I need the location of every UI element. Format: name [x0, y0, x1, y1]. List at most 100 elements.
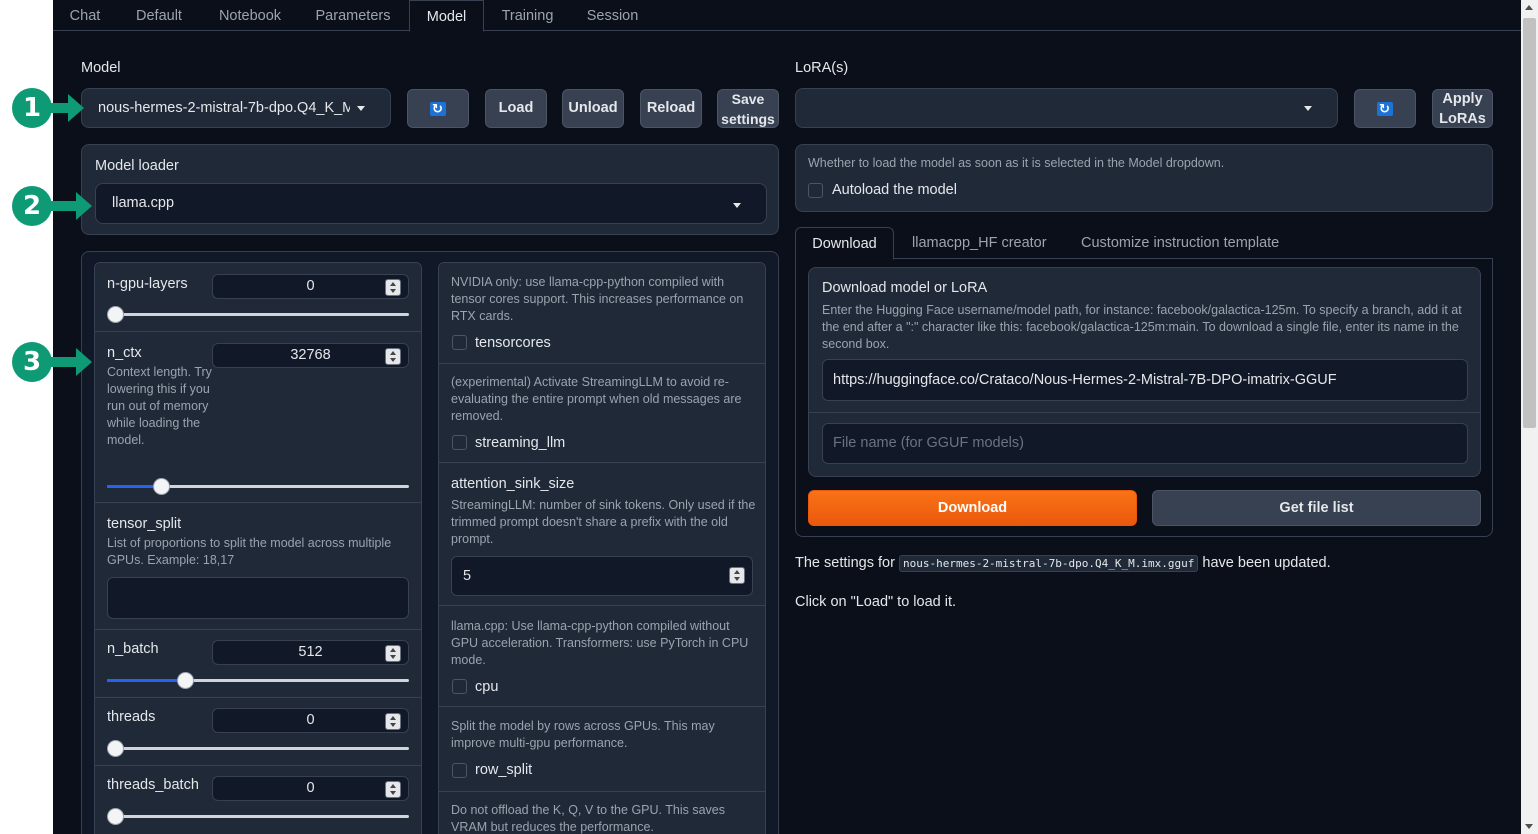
tensorcores-label: tensorcores — [475, 335, 551, 351]
scroll-up-icon[interactable] — [1525, 5, 1533, 10]
params-left-column: n-gpu-layers 0 n_ctx Context length. Try… — [94, 262, 422, 834]
download-tabs: Download llamacpp_HF creator Customize i… — [795, 227, 1493, 260]
lora-dropdown[interactable] — [795, 88, 1338, 128]
model-label: Model — [81, 60, 121, 76]
streaming-llm-label: streaming_llm — [475, 435, 566, 451]
app-window: Chat Default Notebook Parameters Model T… — [53, 0, 1521, 834]
slider-handle[interactable] — [177, 672, 194, 689]
tensor-split-label: tensor_split — [107, 516, 182, 532]
threads-batch-input[interactable]: 0 — [212, 776, 409, 801]
tab-chat[interactable]: Chat — [61, 0, 109, 31]
n-batch-block: n_batch 512 — [95, 631, 421, 698]
attention-sink-input[interactable]: 5 — [451, 556, 753, 596]
divider — [809, 412, 1480, 413]
reload-button[interactable]: Reload — [640, 89, 702, 128]
tab-llamacpp-hf-creator[interactable]: llamacpp_HF creator — [912, 227, 1047, 259]
model-loader-dropdown[interactable]: llama.cpp — [95, 183, 767, 224]
tab-session[interactable]: Session — [579, 0, 646, 31]
stepper-icon[interactable] — [385, 713, 401, 730]
annotation-2-arrow-icon — [50, 192, 92, 220]
tab-notebook[interactable]: Notebook — [210, 0, 290, 31]
scroll-down-icon[interactable] — [1525, 824, 1533, 829]
download-button[interactable]: Download — [808, 490, 1137, 526]
no-offload-kqv-block: Do not offload the K, Q, V to the GPU. T… — [439, 793, 765, 834]
row-split-info: Split the model by rows across GPUs. Thi… — [451, 719, 715, 750]
threads-block: threads 0 — [95, 699, 421, 766]
cpu-label: cpu — [475, 679, 499, 695]
download-url-input[interactable]: https://huggingface.co/Crataco/Nous-Herm… — [822, 359, 1468, 401]
tab-customize-template[interactable]: Customize instruction template — [1081, 227, 1279, 259]
n-ctx-input[interactable]: 32768 — [212, 343, 409, 368]
scrollbar-thumb[interactable] — [1523, 18, 1536, 428]
refresh-loras-button[interactable] — [1354, 89, 1416, 128]
stepper-icon[interactable] — [385, 348, 401, 365]
threads-value: 0 — [306, 712, 315, 728]
load-button[interactable]: Load — [485, 89, 547, 128]
status-prefix: The settings for — [795, 555, 895, 571]
refresh-models-button[interactable] — [407, 89, 469, 128]
n-batch-label: n_batch — [107, 641, 159, 657]
autoload-info: Whether to load the model as soon as it … — [808, 156, 1225, 170]
cpu-info: llama.cpp: Use llama-cpp-python compiled… — [451, 619, 749, 667]
params-right-column: NVIDIA only: use llama-cpp-python compil… — [438, 262, 766, 834]
get-file-list-button[interactable]: Get file list — [1152, 490, 1481, 526]
model-dropdown[interactable]: nous-hermes-2-mistral-7b-dpo.Q4_K_M.imx.… — [81, 88, 391, 128]
no-offload-kqv-info: Do not offload the K, Q, V to the GPU. T… — [451, 803, 725, 834]
slider-handle[interactable] — [153, 478, 170, 495]
n-gpu-layers-slider[interactable] — [107, 306, 409, 323]
tensor-split-block: tensor_split List of proportions to spli… — [95, 504, 421, 630]
row-split-checkbox[interactable] — [452, 763, 467, 778]
tab-download[interactable]: Download — [795, 227, 894, 260]
stepper-icon[interactable] — [385, 645, 401, 662]
stepper-icon[interactable] — [385, 781, 401, 798]
n-ctx-info: Context length. Try lowering this if you… — [107, 365, 212, 447]
unload-button[interactable]: Unload — [562, 89, 624, 128]
row-split-block: Split the model by rows across GPUs. Thi… — [439, 708, 765, 792]
threads-batch-label: threads_batch — [107, 777, 199, 793]
n-gpu-layers-input[interactable]: 0 — [212, 274, 409, 299]
threads-label: threads — [107, 709, 156, 725]
status-hint: Click on "Load" to load it. — [795, 594, 957, 610]
slider-handle[interactable] — [107, 808, 124, 825]
n-ctx-slider[interactable] — [107, 478, 409, 495]
n-ctx-block: n_ctx Context length. Try lowering this … — [95, 333, 421, 503]
threads-batch-block: threads_batch 0 — [95, 767, 421, 834]
attention-sink-info: StreamingLLM: number of sink tokens. Onl… — [451, 498, 756, 546]
streaming-llm-block: (experimental) Activate StreamingLLM to … — [439, 365, 765, 463]
status-filename: nous-hermes-2-mistral-7b-dpo.Q4_K_M.imx.… — [898, 555, 1199, 572]
tab-parameters[interactable]: Parameters — [308, 0, 398, 31]
status-message: The settings for nous-hermes-2-mistral-7… — [795, 555, 1331, 572]
n-ctx-label: n_ctx — [107, 345, 142, 361]
chevron-down-icon — [1304, 106, 1312, 111]
tab-training[interactable]: Training — [491, 0, 564, 31]
tab-default[interactable]: Default — [125, 0, 193, 31]
lora-label: LoRA(s) — [795, 60, 849, 76]
stepper-icon[interactable] — [385, 279, 401, 296]
threads-batch-slider[interactable] — [107, 808, 409, 825]
threads-slider[interactable] — [107, 740, 409, 757]
attention-sink-block: attention_sink_size StreamingLLM: number… — [439, 464, 765, 606]
tensorcores-checkbox[interactable] — [452, 335, 467, 350]
page-scrollbar[interactable] — [1521, 0, 1538, 834]
cpu-checkbox[interactable] — [452, 679, 467, 694]
slider-handle[interactable] — [107, 740, 124, 757]
save-settings-button[interactable]: Save settings — [717, 89, 779, 128]
stepper-icon[interactable] — [729, 567, 745, 584]
n-batch-slider[interactable] — [107, 672, 409, 689]
tab-model[interactable]: Model — [409, 0, 484, 32]
annotation-3-badge: 3 — [12, 342, 52, 382]
refresh-icon — [430, 99, 446, 118]
download-title: Download model or LoRA — [822, 280, 988, 296]
n-batch-input[interactable]: 512 — [212, 640, 409, 665]
attention-sink-label: attention_sink_size — [451, 476, 575, 492]
n-gpu-layers-value: 0 — [306, 278, 315, 294]
tensor-split-input[interactable] — [107, 577, 409, 619]
streaming-llm-checkbox[interactable] — [452, 435, 467, 450]
apply-loras-button[interactable]: Apply LoRAs — [1432, 89, 1493, 128]
tensor-split-info: List of proportions to split the model a… — [107, 536, 392, 567]
autoload-checkbox[interactable] — [808, 183, 823, 198]
filename-input[interactable]: File name (for GGUF models) — [822, 423, 1468, 464]
model-loader-value: llama.cpp — [112, 195, 175, 211]
threads-input[interactable]: 0 — [212, 708, 409, 733]
slider-handle[interactable] — [107, 306, 124, 323]
